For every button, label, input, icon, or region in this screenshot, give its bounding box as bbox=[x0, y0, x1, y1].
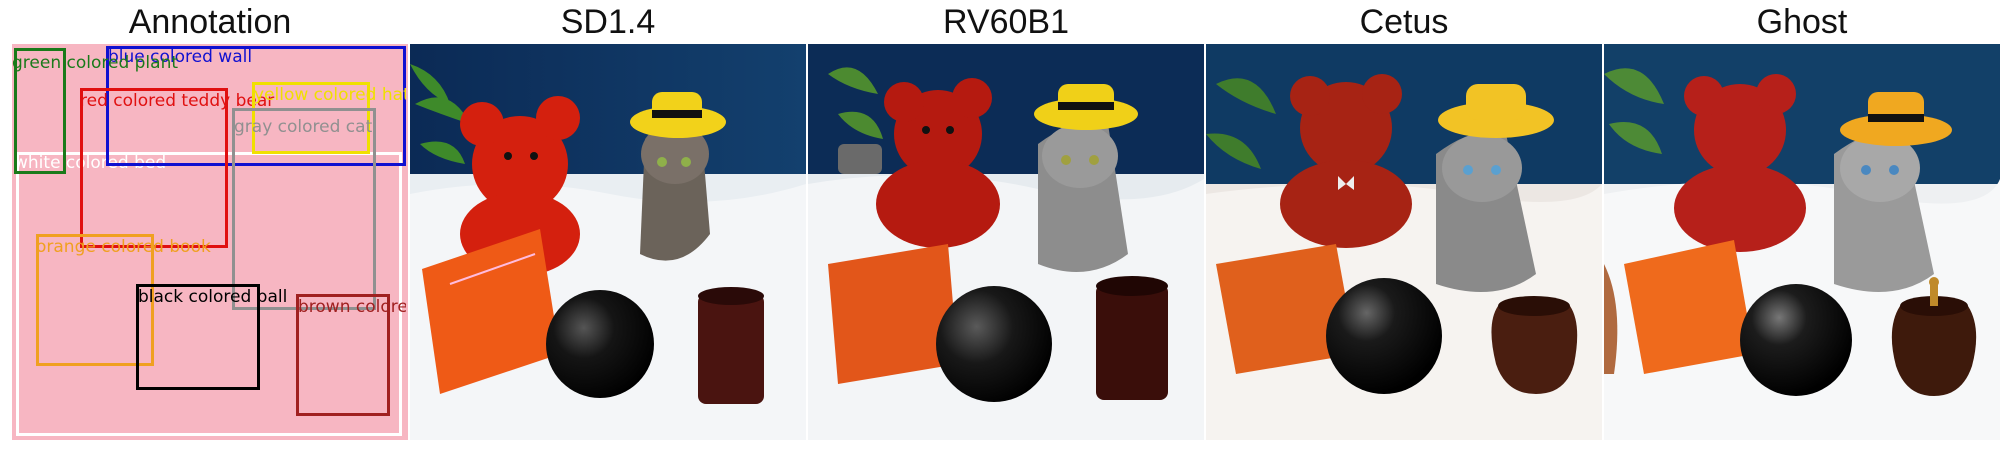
bbox-cat bbox=[232, 108, 376, 310]
bbox-label-book: orange colored book bbox=[36, 237, 211, 257]
image-cetus bbox=[1206, 44, 1602, 440]
column-title-cetus: Cetus bbox=[1359, 3, 1449, 41]
image-ghost bbox=[1604, 44, 2000, 440]
column-title-ghost: Ghost bbox=[1756, 3, 1848, 41]
image-ghost-scene bbox=[1604, 44, 2000, 440]
image-sd14 bbox=[410, 44, 806, 440]
column-title-rv60b1: RV60B1 bbox=[942, 3, 1070, 41]
bbox-label-hat-text: yellow colored hat bbox=[254, 86, 406, 104]
bbox-label-cup-text: brown colored cup bbox=[298, 298, 406, 316]
column-title-annotation: Annotation bbox=[128, 3, 292, 41]
bbox-label-ball: black colored ball bbox=[138, 287, 288, 307]
bbox-label-plant: green colored plant bbox=[12, 53, 179, 73]
image-rv60b1 bbox=[808, 44, 1204, 440]
image-cetus-scene bbox=[1206, 44, 1602, 440]
column-title-sd14: SD1.4 bbox=[560, 3, 656, 41]
bbox-teddy bbox=[80, 88, 228, 248]
image-sd14-scene bbox=[410, 44, 806, 440]
bbox-label-cat: gray colored cat bbox=[234, 117, 373, 137]
bbox-label-cup: brown colored cup bbox=[298, 298, 406, 316]
annotation-panel: white colored bed blue colored wall gree… bbox=[12, 44, 408, 440]
image-rv60b1-scene bbox=[808, 44, 1204, 440]
bbox-label-hat: yellow colored hat bbox=[254, 86, 406, 104]
